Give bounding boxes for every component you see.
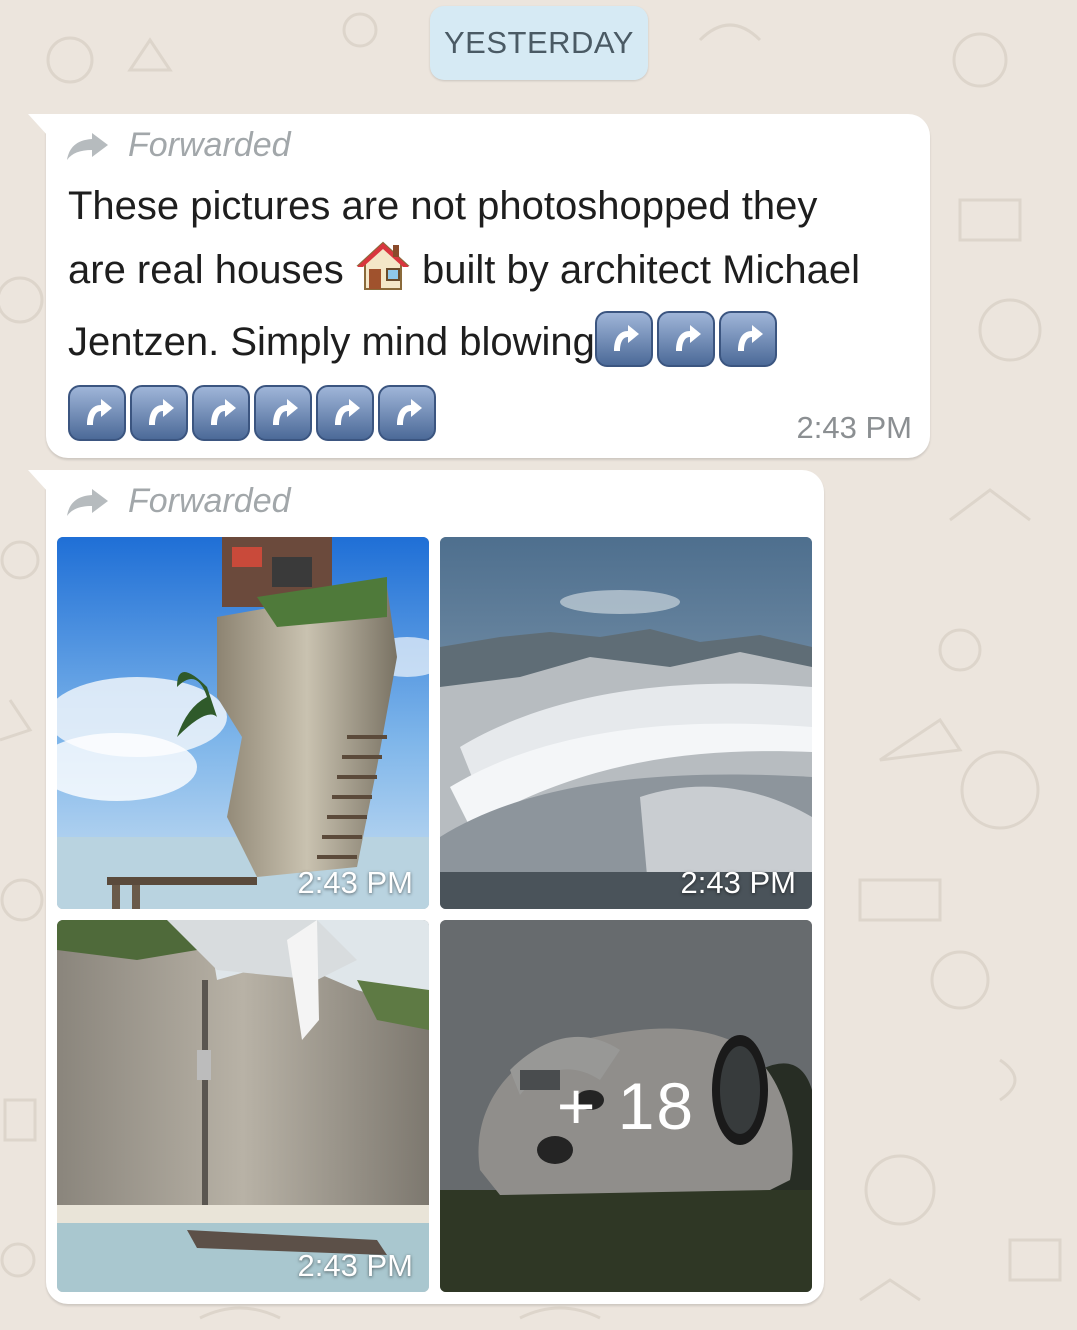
message-text-line-1: These pictures are not photoshopped they bbox=[68, 184, 818, 228]
photo-timestamp: 2:43 PM bbox=[680, 865, 796, 900]
more-photos-count[interactable]: + 18 bbox=[440, 920, 812, 1292]
photo-thumbnail-cliff-elevator-house[interactable]: 2:43 PM bbox=[57, 920, 429, 1292]
up-arrow-emoji-icon bbox=[594, 311, 653, 367]
photo-timestamp: 2:43 PM bbox=[297, 865, 413, 900]
message-text-line-3: Jentzen. Simply mind blowing bbox=[68, 320, 595, 364]
photo-timestamp: 2:43 PM bbox=[297, 1248, 413, 1283]
forward-arrow-icon bbox=[66, 131, 110, 161]
up-arrow-emoji-icon bbox=[718, 311, 777, 367]
bubble-tail bbox=[28, 114, 48, 136]
up-arrow-emoji-icon bbox=[68, 385, 126, 441]
date-separator: YESTERDAY bbox=[430, 6, 648, 80]
up-arrow-emoji-icon bbox=[656, 311, 715, 367]
house-emoji-icon bbox=[355, 237, 411, 311]
up-arrow-emoji-row-1 bbox=[594, 311, 781, 385]
message-text-line-2b: built by architect Michael bbox=[421, 248, 860, 292]
forwarded-label: Forwarded bbox=[128, 482, 291, 520]
up-arrow-emoji-icon bbox=[316, 385, 374, 441]
message-bubble-text[interactable]: Forwarded These pictures are not photosh… bbox=[28, 114, 930, 459]
forwarded-indicator: Forwarded bbox=[66, 482, 291, 521]
photo-thumbnail-blob-house[interactable]: + 18 bbox=[440, 920, 812, 1292]
photo-thumbnail-rock-tower-house[interactable]: 2:43 PM bbox=[57, 537, 429, 909]
message-text: These pictures are not photoshopped they… bbox=[68, 176, 918, 459]
rock-tower-image bbox=[57, 537, 429, 909]
message-bubble-album[interactable]: Forwarded 2:43 PM 2:43 PM 2:43 PM + 18 bbox=[28, 470, 824, 1304]
message-text-line-2a: are real houses bbox=[68, 248, 344, 292]
up-arrow-emoji-icon bbox=[192, 385, 250, 441]
up-arrow-emoji-row-2 bbox=[68, 385, 440, 459]
up-arrow-emoji-icon bbox=[130, 385, 188, 441]
forwarded-label: Forwarded bbox=[128, 126, 291, 164]
up-arrow-emoji-icon bbox=[254, 385, 312, 441]
forwarded-indicator: Forwarded bbox=[66, 126, 291, 165]
message-timestamp: 2:43 PM bbox=[796, 410, 912, 445]
cliff-wave-image bbox=[440, 537, 812, 909]
up-arrow-emoji-icon bbox=[378, 385, 436, 441]
forward-arrow-icon bbox=[66, 487, 110, 517]
bubble-tail bbox=[28, 470, 48, 492]
cliff-elevator-image bbox=[57, 920, 429, 1292]
photo-thumbnail-cliff-wave-house[interactable]: 2:43 PM bbox=[440, 537, 812, 909]
